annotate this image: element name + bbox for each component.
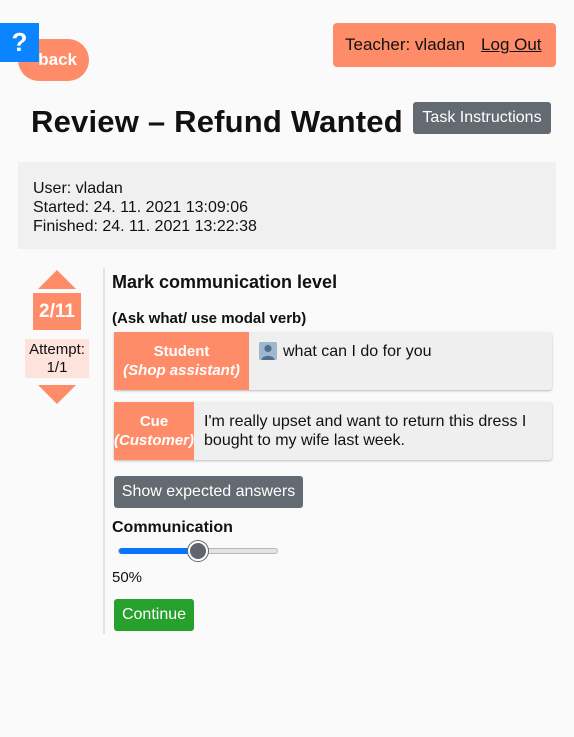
info-user: User: vladan [33,180,123,197]
info-started: Started: 24. 11. 2021 13:09:06 [33,199,248,216]
utterance: what can I do for you [249,332,442,390]
previous-arrow-icon[interactable] [38,270,76,289]
utterance: I'm really upset and want to return this… [194,402,552,460]
attempt-badge: Attempt: 1/1 [25,339,89,378]
communication-slider[interactable] [118,541,278,561]
utterance-text: what can I do for you [283,343,432,360]
page-title: Review – Refund Wanted [31,104,403,139]
teacher-panel: Teacher: vladan Log Out [333,23,556,67]
dialog-row-cue: Cue (Customer) I'm really upset and want… [114,402,552,460]
role-sub: (Customer) [114,432,195,449]
continue-button[interactable]: Continue [114,599,194,631]
back-label: back [38,50,77,69]
vertical-divider [103,268,105,634]
help-label: ? [11,27,28,57]
role-sub: (Shop assistant) [123,362,240,379]
next-arrow-icon[interactable] [38,385,76,404]
dialog-row-student: Student (Shop assistant) what can I do f… [114,332,552,390]
attempt-value: 1/1 [46,359,68,376]
info-finished: Finished: 24. 11. 2021 13:22:38 [33,218,257,235]
utterance-text: I'm really upset and want to return this… [204,413,527,449]
communication-label: Communication [112,519,233,536]
session-info: User: vladan Started: 24. 11. 2021 13:09… [18,162,556,249]
task-counter: 2/11 [33,293,81,330]
slider-thumb[interactable] [188,541,208,561]
task-instructions-button[interactable]: Task Instructions [413,102,551,134]
attempt-label: Attempt: [29,341,85,358]
role-name: Cue [139,413,169,430]
help-button[interactable]: ? [0,23,39,62]
role-label: Student (Shop assistant) [114,332,249,390]
task-subtitle: (Ask what/ use modal verb) [112,310,307,327]
role-name: Student [153,343,210,360]
logout-link[interactable]: Log Out [481,35,542,55]
section-title: Mark communication level [112,272,338,292]
teacher-name: Teacher: vladan [345,35,466,54]
role-label: Cue (Customer) [114,402,195,460]
slider-fill [119,548,198,554]
show-expected-answers-button[interactable]: Show expected answers [114,476,303,508]
user-icon [259,342,277,360]
communication-value: 50% [112,569,143,586]
